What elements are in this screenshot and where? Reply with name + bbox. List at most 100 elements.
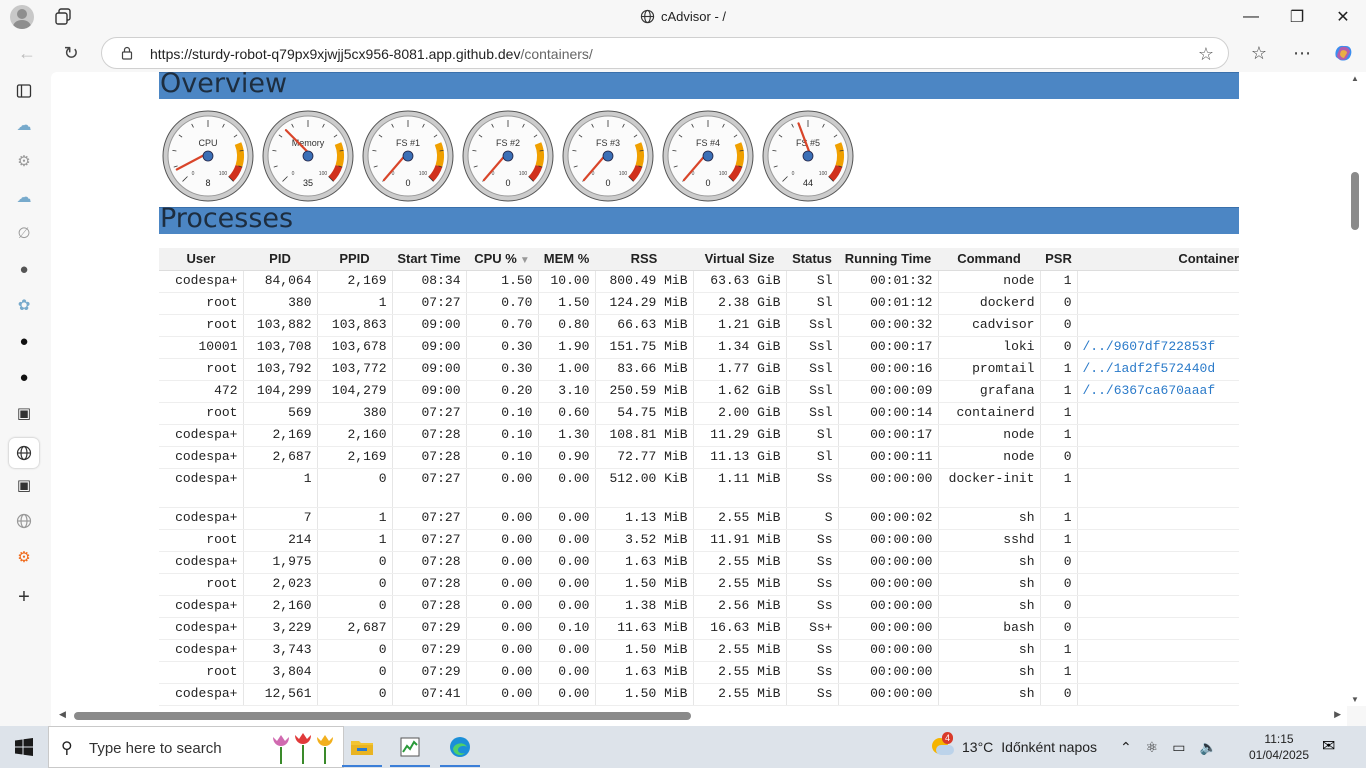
sidebar-tab-active-globe-icon[interactable] <box>9 438 39 468</box>
cell-running-time: 00:00:00 <box>838 617 939 640</box>
processes-header: Processes <box>159 203 1239 234</box>
cell-container[interactable]: /../9607df722853f <box>1077 336 1239 359</box>
column-header-cpu[interactable]: CPU % ▼ <box>466 248 538 271</box>
url-text[interactable]: https://sturdy-robot-q79px9xjwjj5cx956-8… <box>150 46 593 62</box>
table-row: root 214 1 07:27 0.00 0.00 3.52 MiB 11.91 MiB Ss… <box>159 529 1239 552</box>
gauge-fs-3: FS #3 0 100 0 <box>562 110 654 202</box>
cell-command: sh <box>938 683 1041 706</box>
gauge-scale-max: 100 <box>319 171 328 177</box>
more-options-icon[interactable]: ⋯ <box>1287 39 1317 67</box>
cell-ppid: 1 <box>317 529 393 552</box>
weather-widget[interactable]: 4 13°C Időnként napos <box>930 732 1097 760</box>
gauge-scale-max: 100 <box>719 171 728 177</box>
sidebar-tab-page-icon[interactable]: ▣ <box>13 402 35 424</box>
cell-container <box>1077 292 1239 315</box>
favorite-star-icon[interactable]: ☆ <box>1198 44 1214 65</box>
sidebar-tab-page2-icon[interactable]: ▣ <box>13 474 35 496</box>
sort-descending-icon[interactable]: ▼ <box>520 255 530 266</box>
column-header-mem[interactable]: MEM % <box>538 248 595 271</box>
taskbar-task-manager-icon[interactable] <box>386 726 434 768</box>
scroll-right-arrow-icon[interactable]: ▶ <box>1334 709 1341 720</box>
sidebar-tab-grafana-icon[interactable]: ⚙ <box>13 546 35 568</box>
gauge-fs-2: FS #2 0 100 0 <box>462 110 554 202</box>
column-header-psr[interactable]: PSR <box>1040 248 1077 271</box>
vertical-scroll-thumb[interactable] <box>1351 172 1359 230</box>
column-header-container[interactable]: Container <box>1077 248 1239 271</box>
back-button[interactable]: ← <box>12 39 42 67</box>
scroll-down-arrow-icon[interactable]: ▼ <box>1351 695 1359 704</box>
taskbar-search-box[interactable]: ⚲ Type here to search <box>48 726 344 768</box>
page-viewport: Overview CPU 0 100 8 Memory 0 100 35 FS #1 0 100 0 F… <box>51 72 1347 706</box>
sidebar-tab-settings-icon[interactable]: ⚙ <box>13 150 35 172</box>
show-hidden-icons-chevron-icon[interactable]: ⌃ <box>1120 739 1132 756</box>
cell-psr: 1 <box>1040 529 1078 552</box>
cell-pid: 3,229 <box>243 617 318 640</box>
restore-button[interactable]: ❐ <box>1274 0 1320 34</box>
column-header-running-time[interactable]: Running Time <box>838 248 938 271</box>
cell-status: Ss <box>786 661 839 684</box>
cell-command: dockerd <box>938 292 1041 315</box>
cell-container[interactable]: /../1adf2f572440d <box>1077 358 1239 381</box>
cell-virtual-size: 2.55 MiB <box>693 639 787 662</box>
taskbar-edge-icon[interactable] <box>436 726 484 768</box>
speaker-icon[interactable]: 🔈 <box>1200 739 1217 756</box>
sidebar-add-icon[interactable]: + <box>13 586 35 608</box>
cell-status: Sl <box>786 424 839 447</box>
sidebar-tab-empty-icon[interactable]: ∅ <box>13 222 35 244</box>
cell-ppid: 1 <box>317 292 393 315</box>
cell-psr: 1 <box>1040 661 1078 684</box>
address-bar[interactable]: https://sturdy-robot-q79px9xjwjj5cx956-8… <box>101 37 1229 69</box>
column-header-command[interactable]: Command <box>938 248 1040 271</box>
cell-psr: 0 <box>1040 336 1078 359</box>
start-button[interactable] <box>0 726 48 768</box>
taskbar-clock[interactable]: 11:15 01/04/2025 <box>1244 731 1314 763</box>
cell-container <box>1077 573 1239 596</box>
battery-icon[interactable]: ▭ <box>1172 739 1185 756</box>
scroll-up-arrow-icon[interactable]: ▲ <box>1351 74 1359 83</box>
cell-cpu: 0.00 <box>466 661 539 684</box>
column-header-rss[interactable]: RSS <box>595 248 693 271</box>
cell-pid: 1 <box>243 468 318 508</box>
cell-command: node <box>938 270 1041 293</box>
tulips-icon <box>273 733 333 764</box>
cell-ppid: 2,169 <box>317 446 393 469</box>
cell-cpu: 0.10 <box>466 424 539 447</box>
horizontal-scrollbar[interactable]: ◀ ▶ <box>51 706 1347 726</box>
sidebar-tab-github2-icon[interactable]: ● <box>13 330 35 352</box>
cell-user: codespa+ <box>159 595 244 618</box>
cell-container[interactable]: /../6367ca670aaaf <box>1077 380 1239 403</box>
column-header-label: Start Time <box>397 251 461 267</box>
sidebar-tab-github-icon[interactable]: ● <box>13 258 35 280</box>
cell-rss: 54.75 MiB <box>595 402 694 425</box>
sidebar-tab-globe-icon[interactable] <box>13 510 35 532</box>
cell-ppid: 1 <box>317 507 393 530</box>
sidebar-panel-icon[interactable] <box>13 80 35 102</box>
refresh-button[interactable]: ↻ <box>56 39 86 67</box>
sidebar-tab-github3-icon[interactable]: ● <box>13 366 35 388</box>
sidebar-tab-docker-icon[interactable]: ☁ <box>13 114 35 136</box>
column-header-status[interactable]: Status <box>786 248 838 271</box>
scroll-left-arrow-icon[interactable]: ◀ <box>59 709 66 720</box>
horizontal-scroll-thumb[interactable] <box>74 712 691 720</box>
column-header-pid[interactable]: PID <box>243 248 317 271</box>
copilot-icon[interactable] <box>1328 39 1358 67</box>
favorites-icon[interactable]: ☆ <box>1244 39 1274 67</box>
column-header-ppid[interactable]: PPID <box>317 248 392 271</box>
globe-icon <box>640 9 655 24</box>
column-header-start-time[interactable]: Start Time <box>392 248 466 271</box>
close-window-button[interactable]: ✕ <box>1320 0 1366 34</box>
network-alert-icon[interactable]: ⚛ <box>1146 739 1159 756</box>
lock-icon[interactable] <box>120 46 134 60</box>
column-header-user[interactable]: User <box>159 248 243 271</box>
tab-title-text: cAdvisor - / <box>660 9 726 24</box>
notification-center-icon[interactable]: ✉ <box>1322 736 1335 756</box>
sidebar-tab-cloud-icon[interactable]: ✿ <box>13 294 35 316</box>
cell-command: node <box>938 446 1041 469</box>
minimize-button[interactable]: — <box>1228 0 1274 34</box>
column-header-virtual-size[interactable]: Virtual Size <box>693 248 786 271</box>
processes-title: Processes <box>160 203 294 234</box>
taskbar-file-explorer-icon[interactable] <box>338 726 386 768</box>
gauge-scale-max: 100 <box>419 171 428 177</box>
vertical-scrollbar[interactable]: ▲ ▼ <box>1347 72 1366 706</box>
sidebar-tab-docker2-icon[interactable]: ☁ <box>13 186 35 208</box>
